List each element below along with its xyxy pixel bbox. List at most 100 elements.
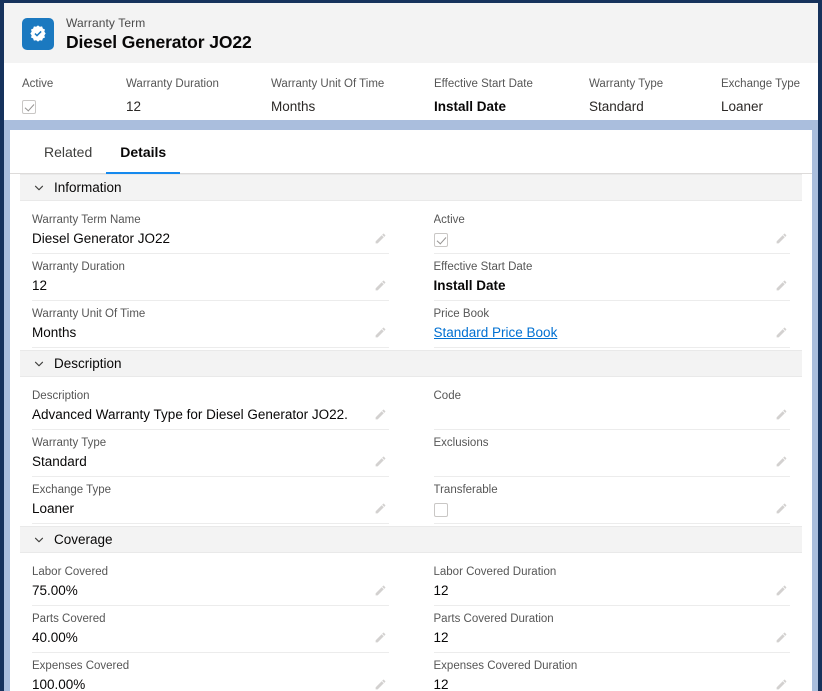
pencil-icon[interactable] <box>374 279 387 292</box>
chevron-down-icon[interactable] <box>32 181 46 195</box>
pencil-icon[interactable] <box>374 584 387 597</box>
highlight-field: Warranty Duration12 <box>126 77 271 106</box>
highlight-field-value: Standard <box>589 98 721 115</box>
highlight-field: Warranty Unit Of TimeMonths <box>271 77 434 106</box>
detail-field-label: Labor Covered <box>32 565 389 579</box>
detail-field-value: Loaner <box>32 500 389 518</box>
tab-details[interactable]: Details <box>106 130 180 173</box>
detail-field-value <box>434 500 791 518</box>
detail-field-value: Standard <box>32 453 389 471</box>
record-highlights-panel: Warranty Term Diesel Generator JO22 Acti… <box>4 3 818 120</box>
highlight-field-label: Warranty Duration <box>126 77 271 91</box>
chevron-down-icon[interactable] <box>32 357 46 371</box>
record-title-group: Warranty Term Diesel Generator JO22 <box>66 16 252 53</box>
pencil-icon[interactable] <box>374 232 387 245</box>
checkbox[interactable] <box>434 503 448 517</box>
detail-field-value: 75.00% <box>32 582 389 600</box>
highlight-field-label: Active <box>22 77 126 91</box>
detail-field: Code <box>434 383 791 430</box>
detail-field-value: 12 <box>434 582 791 600</box>
detail-field-label: Active <box>434 213 791 227</box>
detail-field: Active <box>434 207 791 254</box>
highlight-field-label: Exchange Type <box>721 77 800 91</box>
detail-field-value <box>434 453 791 471</box>
detail-field-label: Code <box>434 389 791 403</box>
page-title: Diesel Generator JO22 <box>66 32 252 53</box>
field-column-left: Warranty Term NameDiesel Generator JO22W… <box>32 207 389 348</box>
detail-field-link[interactable]: Standard Price Book <box>434 324 791 342</box>
detail-field-label: Exclusions <box>434 436 791 450</box>
field-column-right: Labor Covered Duration12Parts Covered Du… <box>434 559 791 691</box>
section-header[interactable]: Information <box>20 174 802 201</box>
pencil-icon[interactable] <box>374 678 387 691</box>
pencil-icon[interactable] <box>775 279 788 292</box>
pencil-icon[interactable] <box>775 455 788 468</box>
pencil-icon[interactable] <box>775 232 788 245</box>
detail-field: Exchange Type Loaner <box>32 477 389 524</box>
detail-field: Exclusions <box>434 430 791 477</box>
pencil-icon[interactable] <box>374 455 387 468</box>
detail-field-value: Diesel Generator JO22 <box>32 230 389 248</box>
highlight-field-label: Effective Start Date <box>434 77 589 91</box>
chevron-down-icon[interactable] <box>32 533 46 547</box>
section-title: Information <box>54 180 122 196</box>
detail-field: Warranty TypeStandard <box>32 430 389 477</box>
pencil-icon[interactable] <box>374 326 387 339</box>
detail-field: Warranty Duration12 <box>32 254 389 301</box>
record-type-label: Warranty Term <box>66 16 252 31</box>
detail-field-label: Labor Covered Duration <box>434 565 791 579</box>
detail-field-label: Transferable <box>434 483 791 497</box>
detail-field: Parts Covered 40.00% <box>32 606 389 653</box>
section-header[interactable]: Coverage <box>20 526 802 553</box>
pencil-icon[interactable] <box>775 584 788 597</box>
pencil-icon[interactable] <box>775 326 788 339</box>
pencil-icon[interactable] <box>775 408 788 421</box>
detail-field-value: 12 <box>434 676 791 691</box>
detail-field: Labor Covered 75.00% <box>32 559 389 606</box>
section-title: Description <box>54 356 122 372</box>
pencil-icon[interactable] <box>374 631 387 644</box>
detail-field: Effective Start Date Install Date <box>434 254 791 301</box>
detail-field-value: 40.00% <box>32 629 389 647</box>
pencil-icon[interactable] <box>374 502 387 515</box>
pencil-icon[interactable] <box>775 678 788 691</box>
detail-field-label: Expenses Covered Duration <box>434 659 791 673</box>
panel-divider <box>4 120 818 130</box>
detail-field: Expenses Covered100.00% <box>32 653 389 691</box>
detail-field-value <box>434 406 791 424</box>
highlight-field: Active <box>22 77 126 106</box>
detail-field-value: Install Date <box>434 277 791 295</box>
pencil-icon[interactable] <box>775 631 788 644</box>
detail-field-label: Warranty Duration <box>32 260 389 274</box>
detail-field-label: Parts Covered <box>32 612 389 626</box>
browser-window: Warranty Term Diesel Generator JO22 Acti… <box>0 0 822 691</box>
detail-field-label: Exchange Type <box>32 483 389 497</box>
highlight-field: Effective Start DateInstall Date <box>434 77 589 106</box>
detail-field-label: Warranty Unit Of Time <box>32 307 389 321</box>
detail-field: Price BookStandard Price Book <box>434 301 791 348</box>
detail-field: Labor Covered Duration 12 <box>434 559 791 606</box>
detail-field-value: Months <box>32 324 389 342</box>
detail-field: Warranty Term NameDiesel Generator JO22 <box>32 207 389 254</box>
highlight-field-value: Loaner <box>721 98 800 115</box>
section-header[interactable]: Description <box>20 350 802 377</box>
detail-field: Warranty Unit Of Time Months <box>32 301 389 348</box>
field-column-left: Labor Covered 75.00% Parts Covered 40.00% Ex… <box>32 559 389 691</box>
pencil-icon[interactable] <box>775 502 788 515</box>
highlight-field-value: Install Date <box>434 98 589 115</box>
detail-field: Transferable <box>434 477 791 524</box>
highlight-field-value: 12 <box>126 98 271 115</box>
highlight-field-value <box>22 98 126 115</box>
pencil-icon[interactable] <box>374 408 387 421</box>
checkbox[interactable] <box>22 100 36 114</box>
tab-bar: RelatedDetails <box>10 130 812 174</box>
detail-field: DescriptionAdvanced Warranty Type for Di… <box>32 383 389 430</box>
highlight-field: Exchange TypeLoaner <box>721 77 800 106</box>
detail-field-value: Advanced Warranty Type for Diesel Genera… <box>32 406 389 424</box>
checkbox[interactable] <box>434 233 448 247</box>
field-column-right: Active Effective Start Date Install Date Pr… <box>434 207 791 348</box>
detail-field-label: Effective Start Date <box>434 260 791 274</box>
detail-field-value: 100.00% <box>32 676 389 691</box>
tab-related[interactable]: Related <box>30 130 106 173</box>
field-column-left: DescriptionAdvanced Warranty Type for Di… <box>32 383 389 524</box>
